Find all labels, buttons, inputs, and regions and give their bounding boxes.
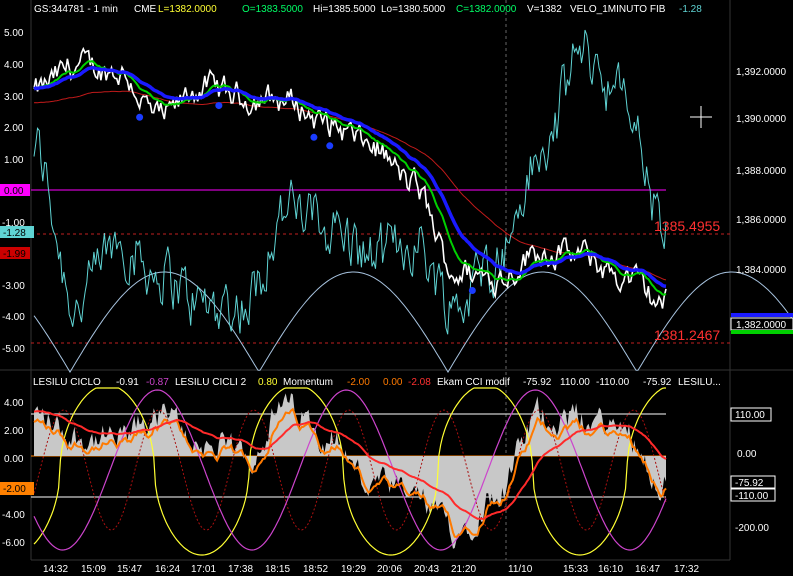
study-value: -1.28: [679, 4, 702, 15]
cci-tick: -75.92: [735, 478, 764, 489]
exchange-label: CME: [134, 4, 157, 15]
close-value: C=1382.0000: [456, 4, 517, 15]
time-tick: 11/10: [508, 564, 533, 575]
cci-tick: -110.00: [735, 491, 769, 502]
chart-header: GS:344781 - 1 min CME L=1382.0000 O=1383…: [34, 4, 702, 15]
time-tick: 20:06: [377, 564, 402, 575]
time-tick: 17:38: [228, 564, 253, 575]
y-tick: 4.00: [4, 60, 24, 71]
legend-momentum: Momentum: [283, 377, 333, 388]
open-value: O=1383.5000: [242, 4, 303, 15]
chart-svg: GS:344781 - 1 min CME L=1382.0000 O=1383…: [0, 0, 793, 576]
legend-ciclo-v1: -0.91: [116, 377, 139, 388]
time-tick: 18:52: [303, 564, 328, 575]
time-tick: 15:09: [81, 564, 106, 575]
time-tick: 21:20: [451, 564, 476, 575]
study-label: VELO_1MINUTO FIB: [570, 4, 666, 15]
time-tick: 17:32: [674, 564, 699, 575]
price-badge: 1,382.0000: [730, 313, 793, 334]
pivot-low-dot: [468, 286, 476, 294]
magenta-badge-text: 0.00: [4, 186, 24, 197]
volume-value: V=1382: [527, 4, 562, 15]
y-tick: 2.00: [4, 123, 24, 134]
legend-mom-v2: 0.00: [383, 377, 403, 388]
low-value: Lo=1380.5000: [381, 4, 446, 15]
legend-mom-v1: -2.00: [347, 377, 370, 388]
time-tick: 18:15: [265, 564, 290, 575]
momentum-badge-text: -2.00: [3, 484, 26, 495]
price-tick: 1,384.0000: [736, 265, 786, 276]
symbol-label: GS:344781 - 1 min: [34, 4, 118, 15]
time-tick: 16:47: [635, 564, 660, 575]
legend-ciclo-v2: -0.87: [146, 377, 169, 388]
resistance-level-label: 1385.4955: [654, 218, 720, 234]
legend-mom-v3: -2.08: [408, 377, 431, 388]
y-tick: -4.00: [2, 510, 25, 521]
legend-cci-v3: -110.00: [596, 377, 630, 388]
price-tick: 1,390.0000: [736, 114, 786, 125]
legend-more: LESILU...: [678, 377, 721, 388]
high-value: Hi=1385.5000: [313, 4, 376, 15]
last-value: L=1382.0000: [158, 4, 217, 15]
y-tick: 0.00: [4, 454, 24, 465]
y-tick: 4.00: [4, 398, 24, 409]
time-tick: 16:10: [598, 564, 623, 575]
y-tick: 1.00: [4, 155, 24, 166]
price-tick: 1,392.0000: [736, 67, 786, 78]
legend-ciclo2: LESILU CICLI 2: [175, 377, 247, 388]
pivot-low-dot: [215, 102, 223, 110]
y-tick: 3.00: [4, 92, 24, 103]
legend-cci: Ekam CCI modif: [437, 377, 510, 388]
chart-stage: GS:344781 - 1 min CME L=1382.0000 O=1383…: [0, 0, 793, 576]
time-tick: 14:32: [43, 564, 68, 575]
cci-tick: 0.00: [737, 449, 757, 460]
cci-tick: 110.00: [735, 410, 765, 421]
pivot-low-dot: [326, 142, 334, 150]
y-tick: 5.00: [4, 28, 24, 39]
cci-tick: -200.00: [735, 523, 769, 534]
legend-cci-v4: -75.92: [643, 377, 672, 388]
red-badge-text: -1.99: [3, 249, 26, 260]
legend-ciclo: LESILU CICLO: [33, 377, 101, 388]
time-tick: 16:24: [155, 564, 180, 575]
price-badge-text: 1,382.0000: [736, 320, 786, 331]
velo-badge-text: -1.28: [3, 228, 26, 239]
pivot-low-dot: [136, 113, 144, 121]
y-tick: 2.00: [4, 426, 24, 437]
legend-cci-v1: -75.92: [523, 377, 552, 388]
support-level-label: 1381.2467: [654, 327, 720, 343]
time-tick: 20:43: [414, 564, 439, 575]
price-tick: 1,386.0000: [736, 215, 786, 226]
time-tick: 15:33: [563, 564, 588, 575]
price-tick: 1,388.0000: [736, 166, 786, 177]
y-tick: -5.00: [2, 344, 25, 355]
y-tick: -3.00: [2, 281, 25, 292]
pivot-low-dot: [310, 133, 318, 141]
legend-ciclo2-v: 0.80: [258, 377, 278, 388]
time-tick: 15:47: [117, 564, 142, 575]
y-tick: -6.00: [2, 538, 25, 549]
y-tick: -4.00: [2, 312, 25, 323]
time-tick: 17:01: [191, 564, 216, 575]
time-tick: 19:29: [341, 564, 366, 575]
legend-cci-v2: 110.00: [560, 377, 590, 388]
